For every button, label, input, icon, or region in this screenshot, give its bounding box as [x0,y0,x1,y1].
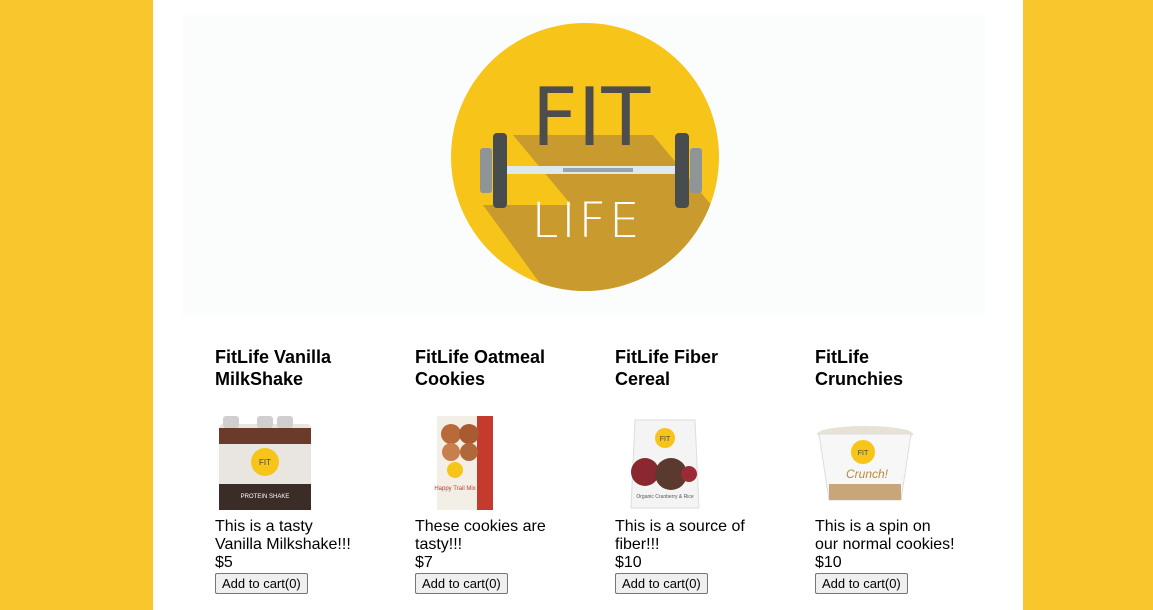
product-price: $10 [815,554,842,571]
svg-text:FIT: FIT [858,450,869,457]
product-price: $10 [615,554,642,571]
svg-text:Organic Cranberry & Rice: Organic Cranberry & Rice [636,494,693,500]
product-title: FitLife Oatmeal Cookies [415,347,546,389]
svg-text:PROTEIN SHAKE: PROTEIN SHAKE [241,494,290,500]
svg-text:Happy Trail Mix: Happy Trail Mix [434,486,475,492]
product-card: FitLife Vanilla MilkShake FIT PROTEIN SH… [215,346,415,594]
cereal-product-image[interactable]: FIT Organic Cranberry & Rice [615,412,715,512]
svg-text:FIT: FIT [259,458,271,467]
product-description: This is a spin on our normal cookies! [815,518,955,553]
logo-text-fit: FIT [532,71,652,164]
product-card: FitLife Fiber Cereal FIT Organic Cranber… [615,346,815,594]
product-description: This is a source of fiber!!! [615,518,745,553]
product-description: This is a tasty Vanilla Milkshake!!! [215,518,351,553]
product-list: FitLife Vanilla MilkShake FIT PROTEIN SH… [215,346,1015,594]
hero-banner: FIT LIFE [183,15,985,315]
add-to-cart-button[interactable]: Add to cart(0) [615,573,708,594]
product-card: FitLife Crunchies FIT Crunch! This is a … [815,346,1015,594]
logo-text-life: LIFE [532,193,643,249]
page-container: FIT LIFE FitLife Vanilla MilkShake FIT P… [153,0,1023,610]
product-title: FitLife Fiber Cereal [615,347,718,389]
add-to-cart-button[interactable]: Add to cart(0) [215,573,308,594]
product-price: $7 [415,554,433,571]
product-price: $5 [215,554,233,571]
product-description: These cookies are tasty!!! [415,518,546,553]
cookies-product-image[interactable]: Happy Trail Mix [415,412,515,512]
svg-text:FIT: FIT [660,436,671,443]
product-title: FitLife Vanilla MilkShake [215,347,332,389]
crunchies-product-image[interactable]: FIT Crunch! [815,412,915,512]
milkshake-product-image[interactable]: FIT PROTEIN SHAKE [215,412,315,512]
svg-text:Crunch!: Crunch! [846,467,889,481]
add-to-cart-button[interactable]: Add to cart(0) [815,573,908,594]
add-to-cart-button[interactable]: Add to cart(0) [415,573,508,594]
product-title: FitLife Crunchies [815,347,904,389]
fitlife-logo: FIT LIFE [451,23,719,291]
product-card: FitLife Oatmeal Cookies Happy Trail Mix … [415,346,615,594]
